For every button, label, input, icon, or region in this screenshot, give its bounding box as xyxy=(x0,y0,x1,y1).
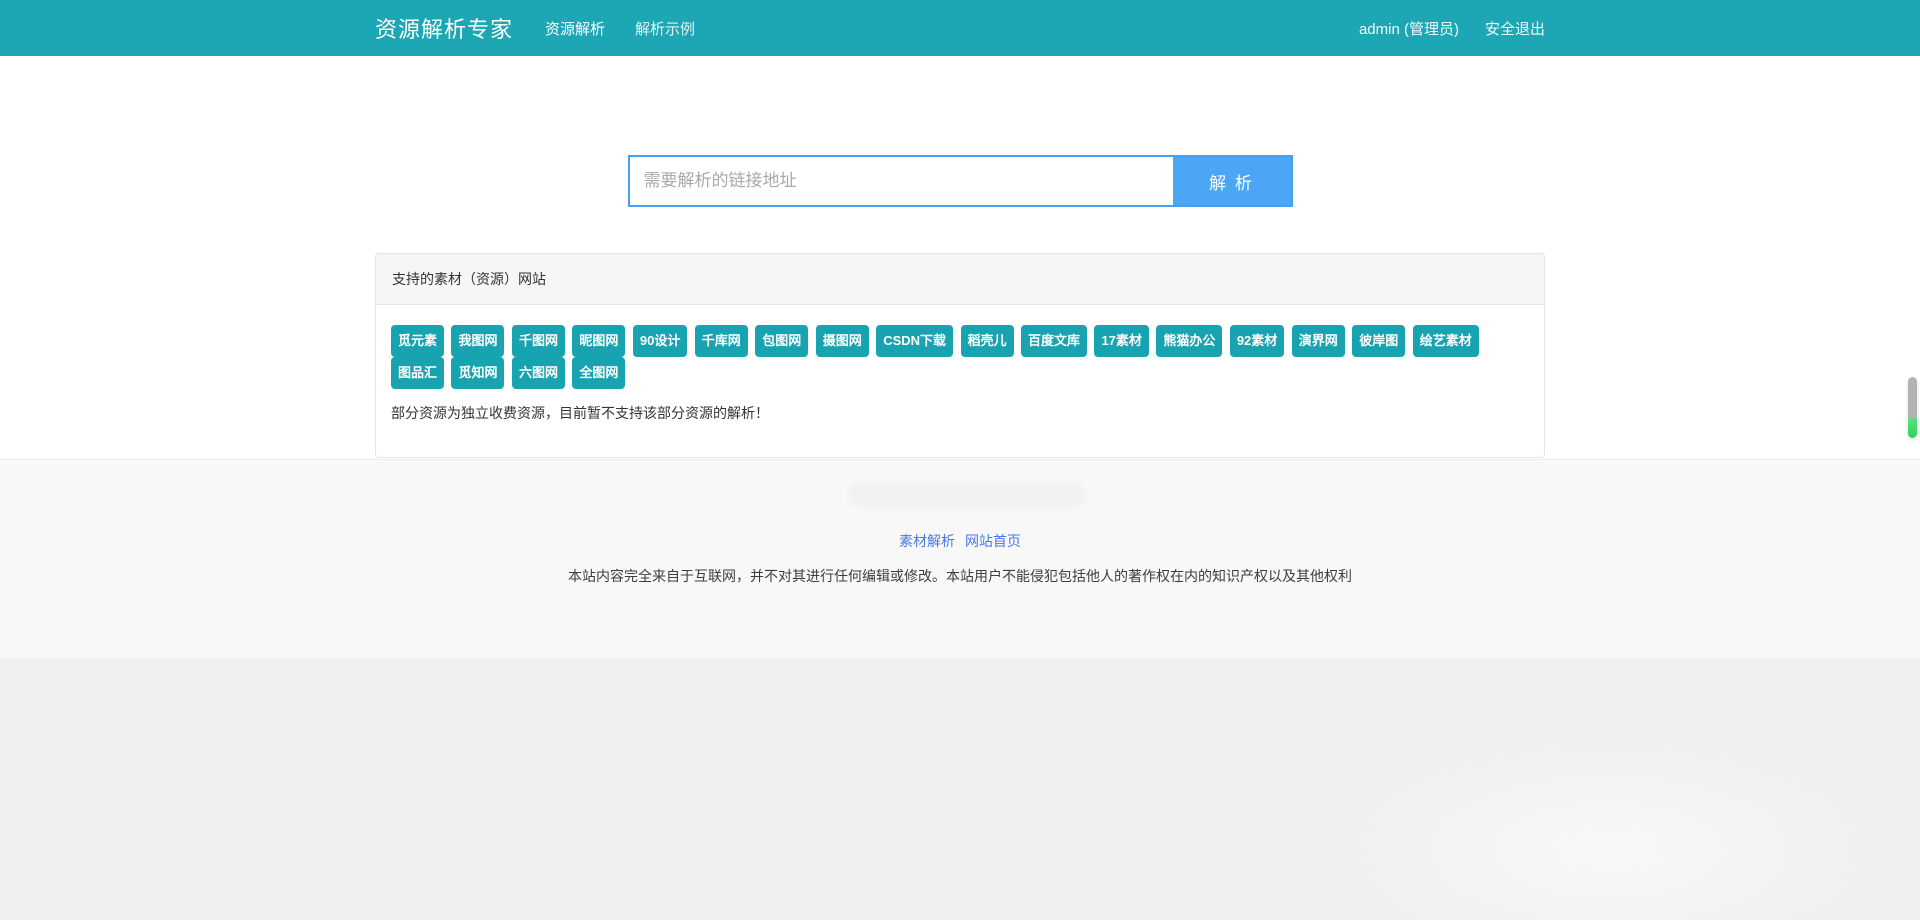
site-badge: 千库网 xyxy=(695,325,748,357)
parse-url-group: 解 析 xyxy=(628,155,1293,207)
site-badge: 90设计 xyxy=(633,325,687,357)
scroll-indicator-green[interactable] xyxy=(1908,418,1917,438)
site-badge: 包图网 xyxy=(755,325,808,357)
bottom-strip xyxy=(0,659,1920,920)
site-badge: 17素材 xyxy=(1094,325,1148,357)
scrollbar-thumb[interactable] xyxy=(1908,377,1917,418)
site-badge: 熊猫办公 xyxy=(1156,325,1222,357)
navbar: 资源解析专家 资源解析 解析示例 admin (管理员) 安全退出 xyxy=(0,0,1920,56)
panel-header: 支持的素材（资源）网站 xyxy=(376,254,1544,305)
parse-url-input[interactable] xyxy=(630,157,1173,205)
footer-link-home[interactable]: 网站首页 xyxy=(965,533,1021,549)
site-badge: 图品汇 xyxy=(391,357,444,389)
nav-item-resource-parse[interactable]: 资源解析 xyxy=(545,18,605,39)
nav-item-parse-examples[interactable]: 解析示例 xyxy=(635,18,695,39)
footer-link-material-parse[interactable]: 素材解析 xyxy=(899,533,955,549)
user-menu[interactable]: admin (管理员) xyxy=(1359,18,1459,39)
bottom-glow-decoration xyxy=(1300,720,1920,920)
navbar-right: admin (管理员) 安全退出 xyxy=(1333,18,1545,39)
site-badge: 绘艺素材 xyxy=(1413,325,1479,357)
site-badge-list: 觅元素 我图网 千图网 昵图网 90设计 千库网 包图网 摄图网 CSDN下载 … xyxy=(391,325,1529,389)
site-badge: 千图网 xyxy=(512,325,565,357)
scrollbar-widget[interactable] xyxy=(1908,377,1917,438)
site-badge: CSDN下载 xyxy=(876,325,953,357)
navbar-inner: 资源解析专家 资源解析 解析示例 admin (管理员) 安全退出 xyxy=(375,0,1545,56)
faint-watermark xyxy=(848,481,1086,509)
site-badge: 百度文库 xyxy=(1021,325,1087,357)
brand-title[interactable]: 资源解析专家 xyxy=(375,12,513,44)
logout-link[interactable]: 安全退出 xyxy=(1485,18,1545,39)
site-badge: 摄图网 xyxy=(816,325,869,357)
footer-disclaimer: 本站内容完全来自于互联网，并不对其进行任何编辑或修改。本站用户不能侵犯包括他人的… xyxy=(0,566,1920,586)
site-badge: 全图网 xyxy=(572,357,625,389)
parse-button[interactable]: 解 析 xyxy=(1173,157,1291,205)
footer: 素材解析 网站首页 本站内容完全来自于互联网，并不对其进行任何编辑或修改。本站用… xyxy=(0,459,1920,659)
site-badge: 觅元素 xyxy=(391,325,444,357)
site-badge: 我图网 xyxy=(451,325,504,357)
paid-resource-note: 部分资源为独立收费资源，目前暂不支持该部分资源的解析！ xyxy=(391,403,1529,423)
supported-sites-panel: 支持的素材（资源）网站 觅元素 我图网 千图网 昵图网 90设计 千库网 包图网… xyxy=(375,253,1545,458)
site-badge: 彼岸图 xyxy=(1352,325,1405,357)
site-badge: 昵图网 xyxy=(572,325,625,357)
site-badge: 六图网 xyxy=(512,357,565,389)
site-badge: 演界网 xyxy=(1292,325,1345,357)
panel-body: 觅元素 我图网 千图网 昵图网 90设计 千库网 包图网 摄图网 CSDN下载 … xyxy=(376,305,1544,457)
site-badge: 稻壳儿 xyxy=(961,325,1014,357)
site-badge: 觅知网 xyxy=(451,357,504,389)
site-badge: 92素材 xyxy=(1230,325,1284,357)
main-content: 解 析 支持的素材（资源）网站 觅元素 我图网 千图网 昵图网 90设计 千库网… xyxy=(0,56,1920,459)
